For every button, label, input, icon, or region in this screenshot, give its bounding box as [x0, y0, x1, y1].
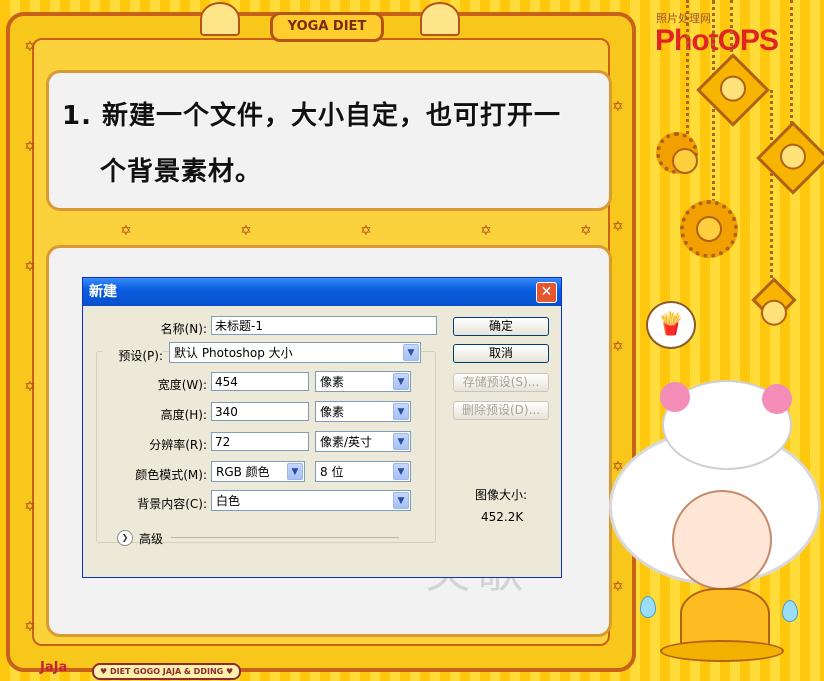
color-mode-label: 颜色模式(M):: [135, 468, 207, 482]
resolution-input[interactable]: 72: [211, 432, 309, 451]
height-label: 高度(H):: [160, 408, 207, 422]
chevron-down-icon: ▼: [287, 463, 303, 480]
star-ornament-icon: ✡: [480, 223, 492, 239]
chevron-down-icon: ▼: [393, 373, 409, 390]
bit-depth-value: 8 位: [320, 465, 344, 479]
name-input[interactable]: 未标题-1: [211, 316, 437, 335]
star-ornament-icon: ✡: [24, 619, 36, 635]
save-preset-button[interactable]: 存储预设(S)...: [453, 373, 549, 392]
star-ornament-icon: ✡: [580, 223, 592, 239]
advanced-divider: [171, 537, 399, 538]
star-ornament-icon: ✡: [612, 99, 624, 115]
bit-depth-select[interactable]: 8 位 ▼: [315, 461, 411, 482]
chevron-down-icon: ▼: [403, 344, 419, 361]
step-instruction: 1. 新建一个文件，大小自定，也可打开一 个背景素材。: [62, 88, 607, 200]
yoga-diet-banner: YOGA DIET: [270, 12, 384, 42]
delete-preset-button[interactable]: 删除预设(D)...: [453, 401, 549, 420]
water-drop-icon: [640, 596, 656, 618]
cancel-button[interactable]: 取消: [453, 344, 549, 363]
star-ornament-icon: ✡: [360, 223, 372, 239]
close-button[interactable]: ✕: [536, 282, 557, 303]
girl-face: [672, 490, 772, 590]
star-ornament-icon: ✡: [120, 223, 132, 239]
width-unit-select[interactable]: 像素 ▼: [315, 371, 411, 392]
star-ornament-icon: ✡: [612, 219, 624, 235]
image-size-value: 452.2K: [481, 510, 524, 524]
star-ornament-icon: ✡: [24, 139, 36, 155]
resolution-label: 分辨率(R):: [149, 438, 207, 452]
width-label: 宽度(W):: [157, 378, 207, 392]
step-line-1: 1. 新建一个文件，大小自定，也可打开一: [62, 101, 562, 131]
advanced-label[interactable]: 高级: [139, 530, 163, 547]
water-drop-icon: [782, 600, 798, 622]
height-unit-value: 像素: [320, 405, 345, 419]
sheep-ear-left: [660, 382, 690, 412]
resolution-unit-value: 像素/英寸: [320, 435, 373, 449]
preset-value: 默认 Photoshop 大小: [174, 346, 293, 360]
chevron-down-icon: ▼: [393, 463, 409, 480]
chain-icon: [770, 90, 773, 290]
dialog-title: 新建: [89, 284, 117, 300]
flower-lantern-icon: [656, 132, 698, 174]
chain-icon: [686, 0, 689, 140]
resolution-unit-select[interactable]: 像素/英寸 ▼: [315, 431, 411, 452]
height-unit-select[interactable]: 像素 ▼: [315, 401, 411, 422]
color-mode-select[interactable]: RGB 颜色 ▼: [211, 461, 305, 482]
sheep-ear-right: [762, 384, 792, 414]
jaja-logo: JaJa: [40, 660, 68, 675]
height-input[interactable]: 340: [211, 402, 309, 421]
star-ornament-icon: ✡: [24, 499, 36, 515]
star-ornament-icon: ✡: [24, 39, 36, 55]
left-dome-icon: [200, 2, 240, 36]
color-mode-value: RGB 颜色: [216, 465, 270, 479]
name-label: 名称(N):: [160, 322, 207, 336]
new-document-dialog: 新建 ✕ 名称(N): 未标题-1 确定 取消 存储预设(S)... 删除预设(…: [82, 277, 562, 578]
background-select[interactable]: 白色 ▼: [211, 490, 411, 511]
star-ornament-icon: ✡: [612, 339, 624, 355]
footer-tag: ♥ DIET GOGO JAJA & DDING ♥: [92, 663, 242, 680]
chevron-down-icon: ▼: [393, 433, 409, 450]
fastfood-thought-bubble: 🍟: [646, 301, 696, 349]
preset-label: 预设(P):: [103, 347, 163, 364]
ok-button[interactable]: 确定: [453, 317, 549, 336]
star-ornament-icon: ✡: [24, 259, 36, 275]
dialog-titlebar[interactable]: 新建 ✕: [83, 278, 561, 306]
preset-select[interactable]: 默认 Photoshop 大小 ▼: [169, 342, 421, 363]
background-label: 背景内容(C):: [137, 497, 207, 511]
close-icon: ✕: [540, 284, 553, 300]
width-input[interactable]: 454: [211, 372, 309, 391]
image-size-label: 图像大小:: [475, 488, 528, 502]
step-line-2: 个背景素材。: [100, 157, 263, 187]
star-ornament-icon: ✡: [240, 223, 252, 239]
golden-plate: [660, 640, 784, 662]
expand-advanced-icon[interactable]: ❯: [117, 530, 133, 546]
right-dome-icon: [420, 2, 460, 36]
chevron-down-icon: ▼: [393, 492, 409, 509]
chevron-down-icon: ▼: [393, 403, 409, 420]
width-unit-value: 像素: [320, 375, 345, 389]
photops-logo: PhotOPS: [655, 24, 779, 57]
background-value: 白色: [216, 494, 241, 508]
star-ornament-icon: ✡: [612, 579, 624, 595]
star-ornament-icon: ✡: [24, 379, 36, 395]
flower-lantern-icon: [680, 200, 738, 258]
chain-icon: [790, 0, 793, 130]
